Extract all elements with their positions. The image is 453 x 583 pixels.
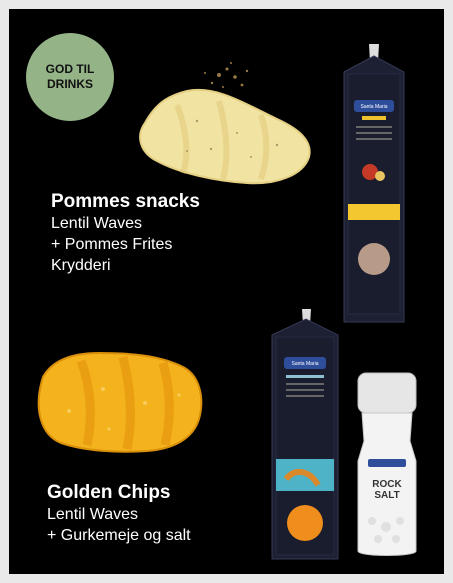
golden-chip-image	[37, 351, 203, 453]
grinder-text-salt: SALT	[374, 490, 399, 501]
promo-panel: GOD TIL DRINKS Santa Maria Pommes snacks…	[9, 9, 444, 574]
product-line: + Pommes Frites	[51, 236, 173, 253]
product-line: Lentil Waves	[51, 215, 142, 232]
brand-top-text: Santa Maria	[361, 104, 388, 110]
product-line: + Gurkemeje og salt	[47, 527, 191, 544]
product-line: Lentil Waves	[47, 506, 138, 523]
badge-line-2: DRINKS	[46, 77, 93, 91]
drinks-badge: GOD TIL DRINKS	[26, 33, 114, 121]
product-pommes: Pommes snacks Lentil Waves + Pommes Frit…	[51, 190, 200, 276]
seasoning-dust	[204, 62, 249, 88]
badge-line-1: GOD TIL	[45, 62, 95, 76]
grinder-text-rock: ROCK	[372, 479, 402, 490]
product-title: Pommes snacks	[51, 191, 200, 212]
product-golden: Golden Chips Lentil Waves + Gurkemeje og…	[47, 481, 191, 546]
pommes-snack-image	[139, 62, 311, 185]
golden-seasoning-pack: Santa Maria	[271, 309, 339, 560]
product-title: Golden Chips	[47, 482, 171, 503]
brand-bottom-text: Santa Maria	[292, 361, 319, 367]
rock-salt-grinder: ROCK SALT	[357, 372, 417, 556]
seasoning-window	[358, 243, 390, 275]
chip-body	[37, 351, 203, 453]
product-line: Krydderi	[51, 257, 111, 274]
pommes-seasoning-pack: Santa Maria	[343, 44, 405, 323]
turmeric-window	[287, 505, 323, 541]
